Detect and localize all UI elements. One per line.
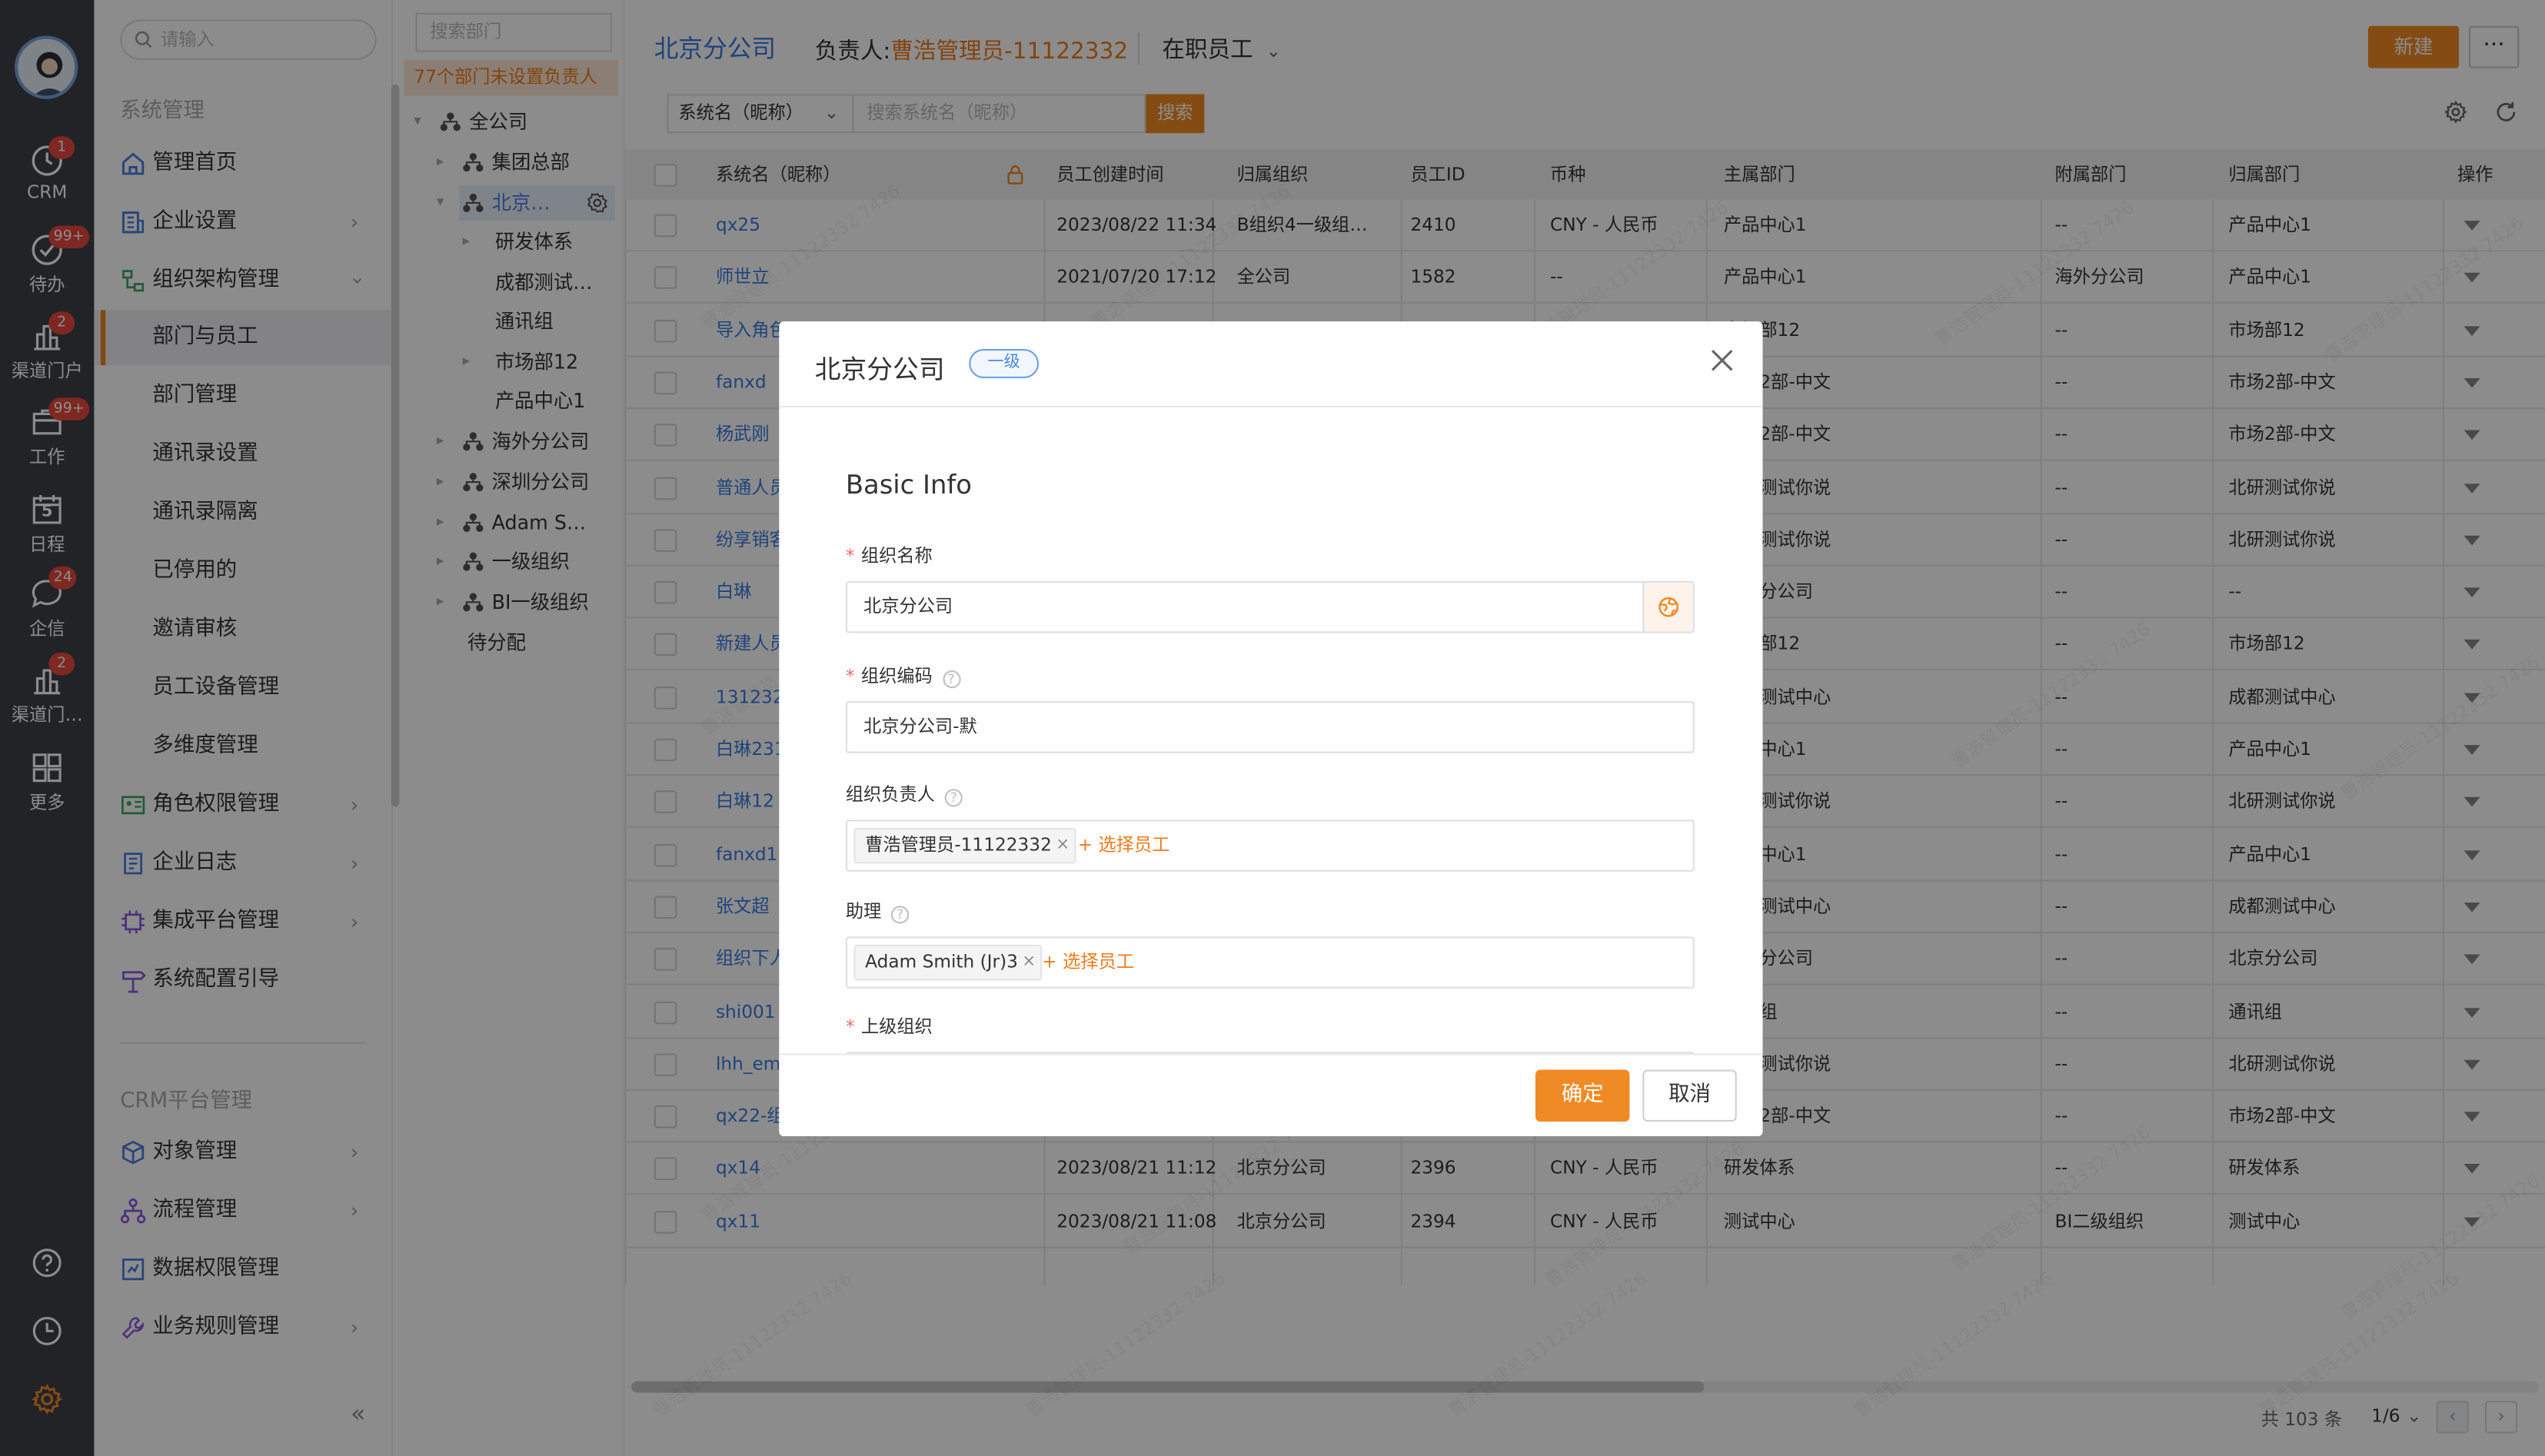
assistant-chip: Adam Smith (Jr)3 × <box>853 944 1043 981</box>
field-label-org-name: * 组织名称 <box>846 542 933 568</box>
multilingual-button[interactable] <box>1642 583 1693 632</box>
owner-chip: 曹浩管理员-11122332 × <box>853 827 1076 864</box>
select-employee-link[interactable]: + 选择员工 <box>1042 938 1134 986</box>
confirm-button[interactable]: 确定 <box>1535 1069 1630 1122</box>
field-label-owner: 组织负责人? <box>846 781 963 807</box>
assistant-chip-label: Adam Smith (Jr)3 <box>865 951 1018 972</box>
field-label-assistant: 助理? <box>845 898 910 924</box>
app-window: CRM 1 待办 99+ 渠道门户 2 工作 99+ 5 日程 企信 24 渠道… <box>0 0 2545 1456</box>
owner-select[interactable]: 曹浩管理员-11122332 × + 选择员工 <box>845 819 1695 872</box>
help-icon[interactable]: ? <box>890 906 910 924</box>
assistant-label: 助理 <box>845 900 882 922</box>
owner-label: 组织负责人 <box>845 783 935 806</box>
select-employee-link[interactable]: + 选择员工 <box>1078 821 1170 869</box>
required-mark: * <box>845 665 855 687</box>
required-mark: * <box>845 545 855 567</box>
field-label-parent-org: * 上级组织 <box>846 1013 933 1039</box>
org-code-label: 组织编码 <box>860 665 933 687</box>
org-name-label: 组织名称 <box>860 545 933 567</box>
globe-icon <box>1658 597 1678 617</box>
org-name-input[interactable]: 北京分公司 <box>845 580 1695 633</box>
org-name-value: 北京分公司 <box>863 595 953 617</box>
edit-department-dialog: 北京分公司 一级 Basic Info * 组织名称 北京分公司 * 组织编码? 北… <box>779 321 1763 1137</box>
dialog-title: 北京分公司 <box>814 354 945 385</box>
help-icon[interactable]: ? <box>944 789 963 807</box>
field-label-org-code: * 组织编码? <box>845 662 960 689</box>
close-icon[interactable] <box>1711 349 1734 372</box>
section-title: Basic Info <box>845 469 972 500</box>
required-mark: * <box>845 1016 855 1038</box>
parent-org-label: 上级组织 <box>860 1016 933 1038</box>
help-icon[interactable]: ? <box>942 670 960 689</box>
dialog-header-divider <box>779 405 1763 407</box>
owner-chip-label: 曹浩管理员-11122332 <box>865 834 1052 856</box>
dialog-footer: 确定 取消 <box>779 1053 1763 1137</box>
org-code-input[interactable]: 北京分公司-默 <box>845 701 1695 753</box>
remove-chip-icon[interactable]: × <box>1022 946 1036 979</box>
assistant-select[interactable]: Adam Smith (Jr)3 × + 选择员工 <box>845 936 1695 989</box>
level-tag: 一级 <box>969 348 1040 378</box>
cancel-button[interactable]: 取消 <box>1642 1069 1737 1122</box>
remove-chip-icon[interactable]: × <box>1056 829 1070 862</box>
